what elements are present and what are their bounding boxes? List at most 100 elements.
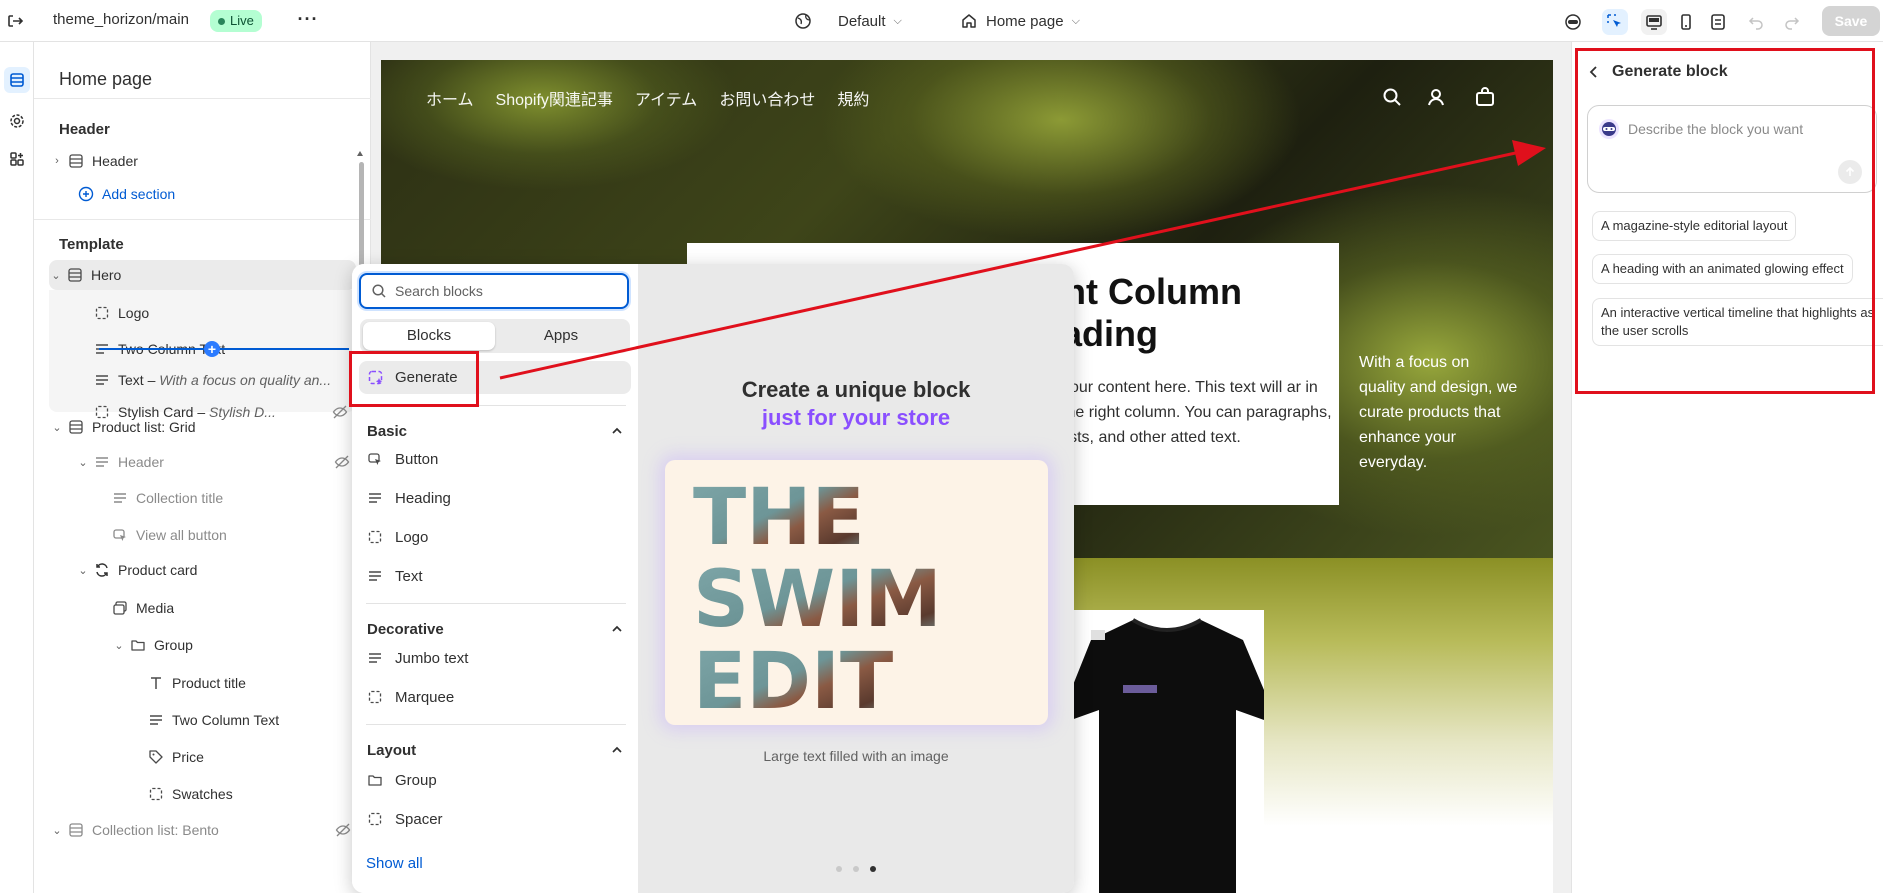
divider bbox=[366, 724, 626, 725]
tree-label-detail: With a focus on quality an... bbox=[159, 372, 332, 388]
insert-indicator-line bbox=[99, 348, 349, 350]
describe-block-field[interactable]: Describe the block you want bbox=[1587, 105, 1877, 193]
block-option-button[interactable]: Button bbox=[367, 444, 438, 474]
sections-icon[interactable] bbox=[4, 67, 30, 93]
block-text[interactable]: Text – With a focus on quality an... bbox=[94, 365, 374, 395]
button-cursor-icon bbox=[367, 451, 383, 467]
nav-link[interactable]: ホーム bbox=[426, 86, 474, 110]
section-header[interactable]: › Header bbox=[50, 146, 377, 176]
save-button[interactable]: Save bbox=[1822, 6, 1880, 36]
search-blocks-field[interactable] bbox=[359, 273, 629, 309]
chevron-right-icon[interactable]: › bbox=[50, 155, 64, 167]
chevron-down-icon[interactable]: ⌄ bbox=[50, 421, 64, 434]
block-option-logo[interactable]: Logo bbox=[367, 522, 428, 552]
chevron-down-icon[interactable]: ⌄ bbox=[50, 824, 64, 837]
product-image[interactable] bbox=[1071, 610, 1264, 893]
eye-hidden-icon[interactable] bbox=[334, 454, 350, 470]
block-option-label: Group bbox=[395, 771, 437, 789]
category-basic-title: Basic bbox=[367, 423, 408, 440]
block-option-spacer[interactable]: Spacer bbox=[367, 804, 443, 834]
sidekick-icon[interactable] bbox=[1560, 9, 1586, 35]
chevron-down-icon[interactable]: ⌄ bbox=[76, 564, 90, 577]
chevron-down-icon: ⌵ bbox=[893, 14, 902, 27]
block-preview-pane: Create a unique block just for your stor… bbox=[638, 264, 1074, 893]
block-option-marquee[interactable]: Marquee bbox=[367, 682, 454, 712]
block-option-group[interactable]: Group bbox=[367, 765, 437, 795]
search-blocks-input[interactable] bbox=[395, 283, 615, 299]
nav-link[interactable]: お問い合わせ bbox=[719, 86, 815, 110]
hero-paragraph: your content here. This text will ar in … bbox=[1062, 379, 1332, 446]
exit-icon[interactable] bbox=[4, 10, 26, 32]
block-option-jumbo-text[interactable]: Jumbo text bbox=[367, 643, 468, 673]
page-selector[interactable]: Home page ⌵ bbox=[960, 11, 1080, 31]
carousel-dot-active[interactable] bbox=[870, 866, 876, 872]
chevron-down-icon[interactable]: ⌄ bbox=[112, 639, 126, 652]
tree-label: Two Column Text bbox=[172, 712, 280, 728]
promo-image-word: EDIT bbox=[693, 637, 893, 725]
chevron-down-icon[interactable]: ⌄ bbox=[49, 269, 63, 282]
chevron-up-icon[interactable] bbox=[610, 622, 624, 636]
tree-label: Product title bbox=[172, 675, 246, 691]
theme-name[interactable]: theme_horizon/main bbox=[53, 11, 189, 28]
tree-label: Swatches bbox=[172, 786, 233, 802]
button-cursor-icon bbox=[112, 527, 128, 543]
store-account-icon[interactable] bbox=[1425, 86, 1447, 108]
insert-block-plus-icon[interactable]: + bbox=[204, 341, 220, 357]
template-selector[interactable]: Default ⌵ bbox=[794, 11, 902, 31]
settings-gear-icon[interactable] bbox=[4, 108, 30, 134]
suggestion-chip[interactable]: A magazine-style editorial layout bbox=[1592, 211, 1797, 241]
store-cart-icon[interactable] bbox=[1474, 86, 1496, 108]
chevron-down-icon[interactable]: ⌄ bbox=[76, 456, 90, 469]
sections-panel: Home page Header › Header Add section Te… bbox=[34, 42, 371, 893]
carousel-dot[interactable] bbox=[853, 866, 859, 872]
chevron-up-icon[interactable] bbox=[610, 424, 624, 438]
text-lines-icon bbox=[112, 490, 128, 506]
back-chevron-icon[interactable] bbox=[1586, 64, 1602, 80]
redo-icon[interactable] bbox=[1779, 9, 1805, 35]
section-collection-list-bento[interactable]: ⌄ Collection list: Bento bbox=[50, 815, 377, 845]
dashed-block-icon bbox=[367, 529, 383, 545]
mobile-view-icon[interactable] bbox=[1673, 9, 1699, 35]
folder-icon bbox=[130, 637, 146, 653]
undo-icon[interactable] bbox=[1743, 9, 1769, 35]
more-actions-button[interactable]: ··· bbox=[296, 8, 320, 32]
send-arrow-icon[interactable] bbox=[1838, 160, 1862, 184]
carousel-dot[interactable] bbox=[836, 866, 842, 872]
nav-link[interactable]: 規約 bbox=[837, 86, 869, 110]
apps-icon[interactable] bbox=[4, 146, 30, 172]
suggestion-chip[interactable]: A heading with an animated glowing effec… bbox=[1592, 254, 1853, 284]
describe-block-placeholder: Describe the block you want bbox=[1628, 121, 1804, 137]
home-icon bbox=[960, 12, 978, 30]
section-hero[interactable]: ⌄ Hero bbox=[49, 260, 356, 290]
promo-preview-image: THE SWIM EDIT bbox=[665, 460, 1048, 725]
tree-label: Group bbox=[154, 637, 193, 653]
inspector-select-icon[interactable] bbox=[1602, 9, 1628, 35]
divider bbox=[366, 405, 626, 406]
block-header[interactable]: ⌄ Header bbox=[76, 447, 376, 477]
store-search-icon[interactable] bbox=[1381, 86, 1403, 108]
dashed-block-icon bbox=[94, 305, 110, 321]
nav-link[interactable]: Shopify関連記事 bbox=[496, 86, 613, 110]
tab-blocks[interactable]: Blocks bbox=[363, 322, 495, 350]
chevron-up-icon[interactable] bbox=[610, 743, 624, 757]
block-option-label: Heading bbox=[395, 489, 451, 507]
promo-caption: Large text filled with an image bbox=[763, 748, 949, 764]
eye-hidden-icon[interactable] bbox=[335, 822, 351, 838]
text-lines-icon bbox=[94, 372, 110, 388]
generate-panel-title: Generate block bbox=[1612, 63, 1728, 80]
suggestion-chip[interactable]: An interactive vertical timeline that hi… bbox=[1592, 298, 1883, 346]
desktop-view-icon[interactable] bbox=[1641, 9, 1667, 35]
divider bbox=[366, 603, 626, 604]
block-option-text[interactable]: Text bbox=[367, 561, 423, 591]
generate-block-item[interactable]: Generate bbox=[359, 361, 631, 394]
show-all-link[interactable]: Show all bbox=[366, 855, 423, 872]
section-product-list-grid[interactable]: ⌄ Product list: Grid bbox=[50, 412, 377, 442]
nav-link[interactable]: アイテム bbox=[635, 86, 697, 110]
tree-label: Text – With a focus on quality an... bbox=[118, 372, 331, 388]
fullscreen-view-icon[interactable] bbox=[1705, 9, 1731, 35]
tree-label: View all button bbox=[136, 527, 227, 543]
tab-apps[interactable]: Apps bbox=[495, 322, 627, 350]
search-icon bbox=[371, 283, 387, 299]
tree-label: Price bbox=[172, 749, 204, 765]
block-option-heading[interactable]: Heading bbox=[367, 483, 451, 513]
